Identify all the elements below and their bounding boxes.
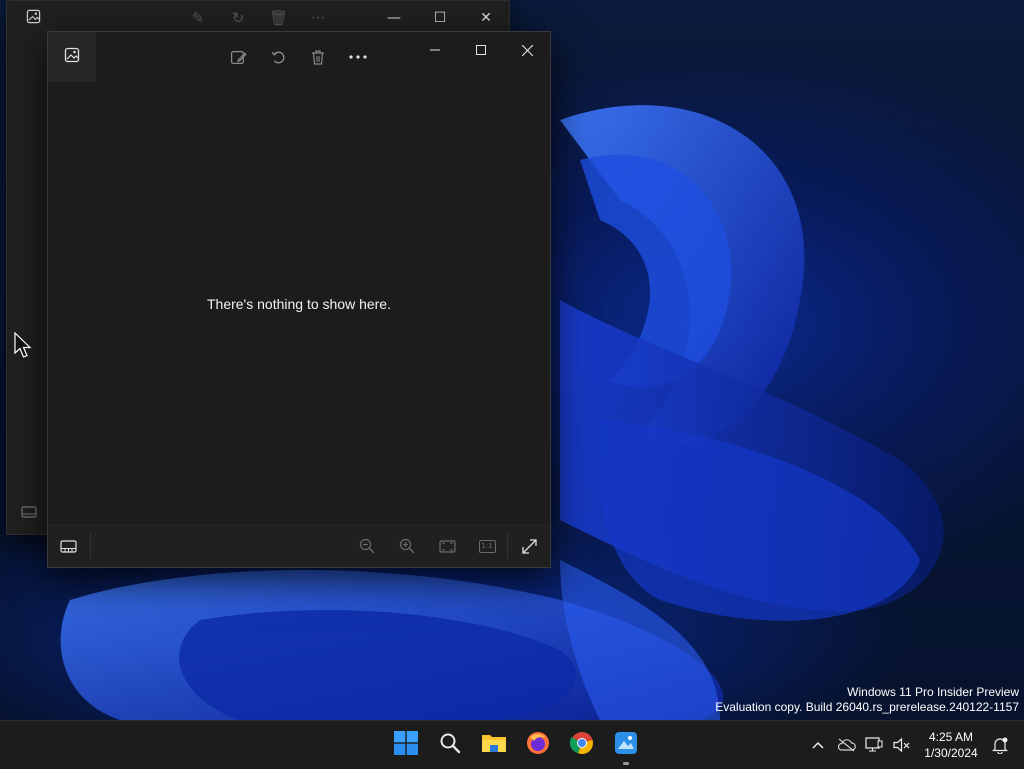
toolbar-divider	[90, 533, 91, 559]
clock-date: 1/30/2024	[924, 746, 978, 760]
photos-button[interactable]	[606, 727, 646, 765]
file-explorer-button[interactable]	[474, 727, 514, 763]
chevron-up-icon[interactable]	[804, 731, 832, 759]
minimize-icon[interactable]: —	[371, 7, 417, 29]
full-screen-icon[interactable]	[518, 535, 540, 557]
zoom-in-icon[interactable]	[396, 535, 418, 557]
chrome-button[interactable]	[562, 727, 602, 763]
rotate-icon[interactable]: ↻	[229, 9, 247, 27]
network-icon[interactable]	[860, 731, 888, 759]
close-icon[interactable]: ✕	[463, 7, 509, 29]
evaluation-watermark: Windows 11 Pro Insider Preview Evaluatio…	[715, 685, 1019, 715]
system-tray: 4:25 AM 1/30/2024	[804, 721, 1024, 769]
filmstrip-icon[interactable]	[21, 503, 37, 522]
delete-icon[interactable]	[308, 46, 328, 68]
minimize-icon[interactable]	[412, 37, 458, 63]
chrome-icon	[569, 731, 594, 759]
mouse-cursor	[14, 331, 32, 363]
more-options-icon[interactable]	[348, 46, 368, 68]
edit-image-icon[interactable]	[228, 46, 248, 68]
rotate-icon[interactable]	[268, 46, 288, 68]
running-indicator	[623, 762, 629, 765]
empty-state-message: There's nothing to show here.	[206, 296, 391, 312]
taskbar-apps	[386, 727, 646, 765]
firefox-button[interactable]	[518, 727, 558, 763]
gallery-button[interactable]	[48, 32, 96, 82]
delete-icon[interactable]: 🗑	[269, 9, 288, 27]
photos-icon	[614, 731, 638, 759]
actual-size-label: 1:1	[481, 541, 493, 550]
watermark-edition: Windows 11 Pro Insider Preview	[847, 685, 1019, 699]
onedrive-icon[interactable]	[832, 731, 860, 759]
photos-window[interactable]: There's nothing to show here. 1:1	[47, 31, 551, 568]
file-explorer-icon	[481, 732, 507, 758]
clock-time: 4:25 AM	[928, 730, 974, 744]
search-button[interactable]	[430, 727, 470, 763]
close-icon[interactable]	[504, 37, 550, 63]
start-icon	[394, 731, 418, 759]
zoom-out-icon[interactable]	[356, 535, 378, 557]
volume-muted-icon[interactable]	[888, 731, 916, 759]
zoom-controls: 1:1	[356, 535, 498, 557]
taskbar: 4:25 AM 1/30/2024	[0, 720, 1024, 769]
more-options-icon[interactable]: ···	[309, 9, 327, 27]
actual-size-icon[interactable]: 1:1	[476, 535, 498, 557]
taskbar-clock[interactable]: 4:25 AM 1/30/2024	[916, 729, 986, 761]
background-caption-buttons: — ☐ ✕	[371, 7, 509, 29]
maximize-icon[interactable]: ☐	[417, 7, 463, 29]
watermark-build: Evaluation copy. Build 26040.rs_prerelea…	[715, 700, 1019, 714]
maximize-icon[interactable]	[458, 37, 504, 63]
gallery-icon[interactable]	[24, 9, 42, 27]
bottom-toolbar: 1:1	[48, 524, 550, 567]
gallery-icon	[64, 47, 80, 67]
toolbar-divider	[507, 533, 508, 559]
edit-image-icon[interactable]: ✎	[189, 9, 207, 27]
search-icon	[439, 732, 461, 758]
firefox-icon	[526, 731, 550, 759]
start-button[interactable]	[386, 727, 426, 763]
notification-bell-icon[interactable]	[986, 731, 1014, 759]
filmstrip-icon[interactable]	[56, 535, 80, 557]
title-bar	[48, 32, 550, 82]
fit-to-window-icon[interactable]	[436, 535, 458, 557]
image-toolbar	[228, 46, 368, 68]
caption-buttons	[412, 37, 550, 63]
